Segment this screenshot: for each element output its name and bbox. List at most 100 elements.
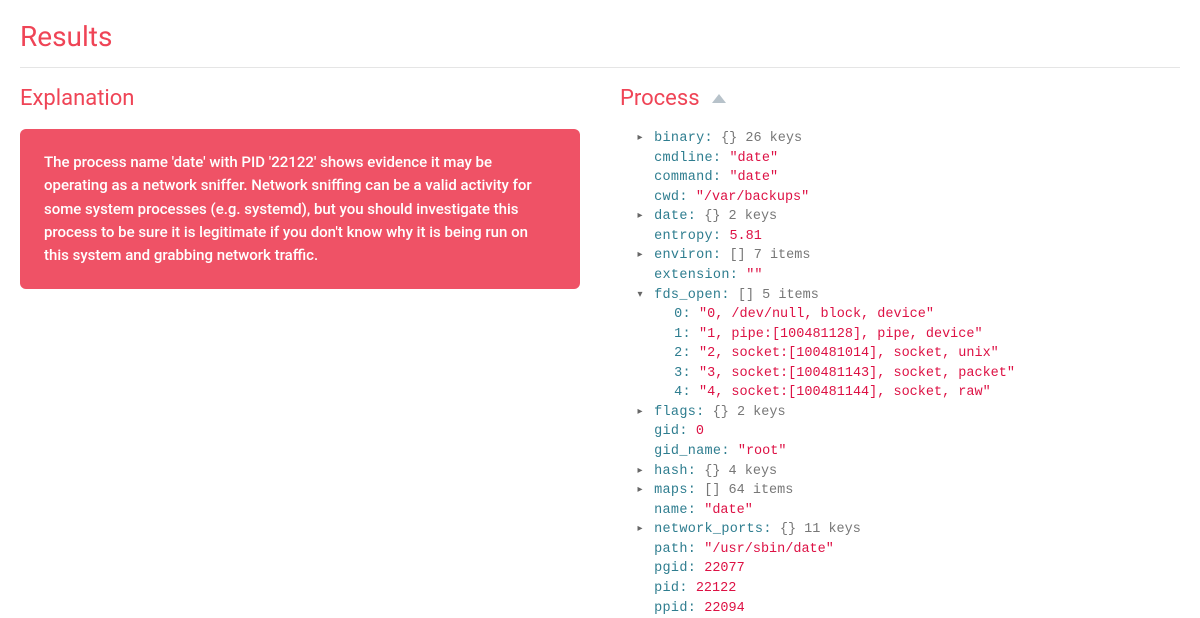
tree-brace: {} (704, 209, 720, 224)
tree-row: extension: "" (620, 266, 1180, 286)
tree-key: path: (654, 542, 696, 557)
tree-row: cwd: "/var/backups" (620, 188, 1180, 208)
tree-row: ppid: 22094 (620, 599, 1180, 618)
process-tree: ▸ binary: {} 26 keys cmdline: "date" com… (620, 129, 1180, 618)
tree-value: "4, socket:[100481144], socket, raw" (699, 385, 991, 400)
tree-key: gid: (654, 424, 688, 439)
tree-row[interactable]: ▸ environ: [] 7 items (620, 246, 1180, 266)
tree-value: "2, socket:[100481014], socket, unix" (699, 346, 999, 361)
tree-value: "/usr/sbin/date" (704, 542, 834, 557)
tree-key: fds_open: (654, 288, 730, 303)
tree-row: gid_name: "root" (620, 442, 1180, 462)
expand-icon[interactable]: ▸ (634, 249, 646, 264)
explanation-alert: The process name 'date' with PID '22122'… (20, 129, 580, 289)
tree-key: 1: (674, 327, 691, 342)
expand-icon[interactable]: ▸ (634, 465, 646, 480)
tree-meta: 2 keys (729, 209, 778, 224)
tree-key: flags: (654, 405, 704, 420)
tree-row: gid: 0 (620, 422, 1180, 442)
tree-row: pid: 22122 (620, 579, 1180, 599)
tree-key: cwd: (654, 190, 688, 205)
process-heading-text: Process (620, 86, 700, 111)
tree-key: pid: (654, 581, 688, 596)
expand-icon[interactable]: ▸ (634, 132, 646, 147)
tree-key: maps: (654, 483, 696, 498)
tree-brace: [] (704, 483, 720, 498)
tree-value: "date" (704, 503, 753, 518)
tree-value: "root" (738, 444, 787, 459)
tree-key: pgid: (654, 561, 696, 576)
tree-value: 22077 (704, 561, 745, 576)
tree-meta: 5 items (762, 288, 819, 303)
tree-brace: {} (713, 405, 729, 420)
tree-key: 0: (674, 307, 691, 322)
tree-meta: 7 items (754, 248, 811, 263)
tree-row[interactable]: ▸ flags: {} 2 keys (620, 403, 1180, 423)
tree-key: entropy: (654, 229, 721, 244)
collapse-up-icon[interactable] (712, 94, 726, 103)
expand-icon[interactable]: ▸ (634, 484, 646, 499)
tree-value: "/var/backups" (696, 190, 809, 205)
tree-row: cmdline: "date" (620, 149, 1180, 169)
page-title: Results (20, 20, 1180, 53)
tree-meta: 11 keys (804, 522, 861, 537)
tree-key: environ: (654, 248, 721, 263)
tree-value: "" (746, 268, 762, 283)
tree-brace: {} (780, 522, 796, 537)
tree-row: 2: "2, socket:[100481014], socket, unix" (620, 344, 1180, 364)
content-columns: Explanation The process name 'date' with… (20, 86, 1180, 618)
tree-key: 3: (674, 366, 691, 381)
tree-value: 5.81 (729, 229, 761, 244)
explanation-column: Explanation The process name 'date' with… (20, 86, 580, 618)
collapse-icon[interactable]: ▾ (634, 289, 646, 304)
tree-key: 2: (674, 346, 691, 361)
tree-row: 0: "0, /dev/null, block, device" (620, 305, 1180, 325)
tree-row[interactable]: ▸ maps: [] 64 items (620, 481, 1180, 501)
tree-key: gid_name: (654, 444, 730, 459)
expand-icon[interactable]: ▸ (634, 406, 646, 421)
tree-row: 3: "3, socket:[100481143], socket, packe… (620, 364, 1180, 384)
tree-row: 4: "4, socket:[100481144], socket, raw" (620, 383, 1180, 403)
tree-row: path: "/usr/sbin/date" (620, 540, 1180, 560)
tree-value: "3, socket:[100481143], socket, packet" (699, 366, 1015, 381)
process-heading[interactable]: Process (620, 86, 1180, 111)
tree-row: pgid: 22077 (620, 559, 1180, 579)
tree-brace: [] (729, 248, 745, 263)
tree-key: hash: (654, 464, 696, 479)
tree-row: entropy: 5.81 (620, 227, 1180, 247)
process-column: Process ▸ binary: {} 26 keys cmdline: "d… (620, 86, 1180, 618)
tree-value: "0, /dev/null, block, device" (699, 307, 934, 322)
tree-row: name: "date" (620, 501, 1180, 521)
tree-value: 0 (696, 424, 704, 439)
expand-icon[interactable]: ▸ (634, 210, 646, 225)
tree-row[interactable]: ▸ binary: {} 26 keys (620, 129, 1180, 149)
tree-value: 22094 (704, 601, 745, 616)
tree-meta: 26 keys (745, 131, 802, 146)
tree-key: 4: (674, 385, 691, 400)
tree-row[interactable]: ▸ network_ports: {} 11 keys (620, 520, 1180, 540)
expand-icon[interactable]: ▸ (634, 523, 646, 538)
tree-value: "1, pipe:[100481128], pipe, device" (699, 327, 983, 342)
tree-value: "date" (729, 151, 778, 166)
tree-value: 22122 (696, 581, 737, 596)
tree-key: command: (654, 170, 721, 185)
tree-key: extension: (654, 268, 738, 283)
tree-key: cmdline: (654, 151, 721, 166)
tree-meta: 64 items (729, 483, 794, 498)
tree-key: ppid: (654, 601, 696, 616)
tree-brace: {} (704, 464, 720, 479)
tree-row[interactable]: ▸ hash: {} 4 keys (620, 462, 1180, 482)
tree-key: name: (654, 503, 696, 518)
tree-key: binary: (654, 131, 713, 146)
tree-row[interactable]: ▾ fds_open: [] 5 items (620, 286, 1180, 306)
tree-brace: {} (721, 131, 737, 146)
explanation-heading: Explanation (20, 86, 580, 111)
explanation-body: The process name 'date' with PID '22122'… (44, 153, 532, 264)
tree-row[interactable]: ▸ date: {} 2 keys (620, 207, 1180, 227)
tree-row: command: "date" (620, 168, 1180, 188)
tree-meta: 4 keys (729, 464, 778, 479)
tree-value: "date" (729, 170, 778, 185)
tree-key: date: (654, 209, 696, 224)
tree-row: 1: "1, pipe:[100481128], pipe, device" (620, 325, 1180, 345)
tree-brace: [] (738, 288, 754, 303)
